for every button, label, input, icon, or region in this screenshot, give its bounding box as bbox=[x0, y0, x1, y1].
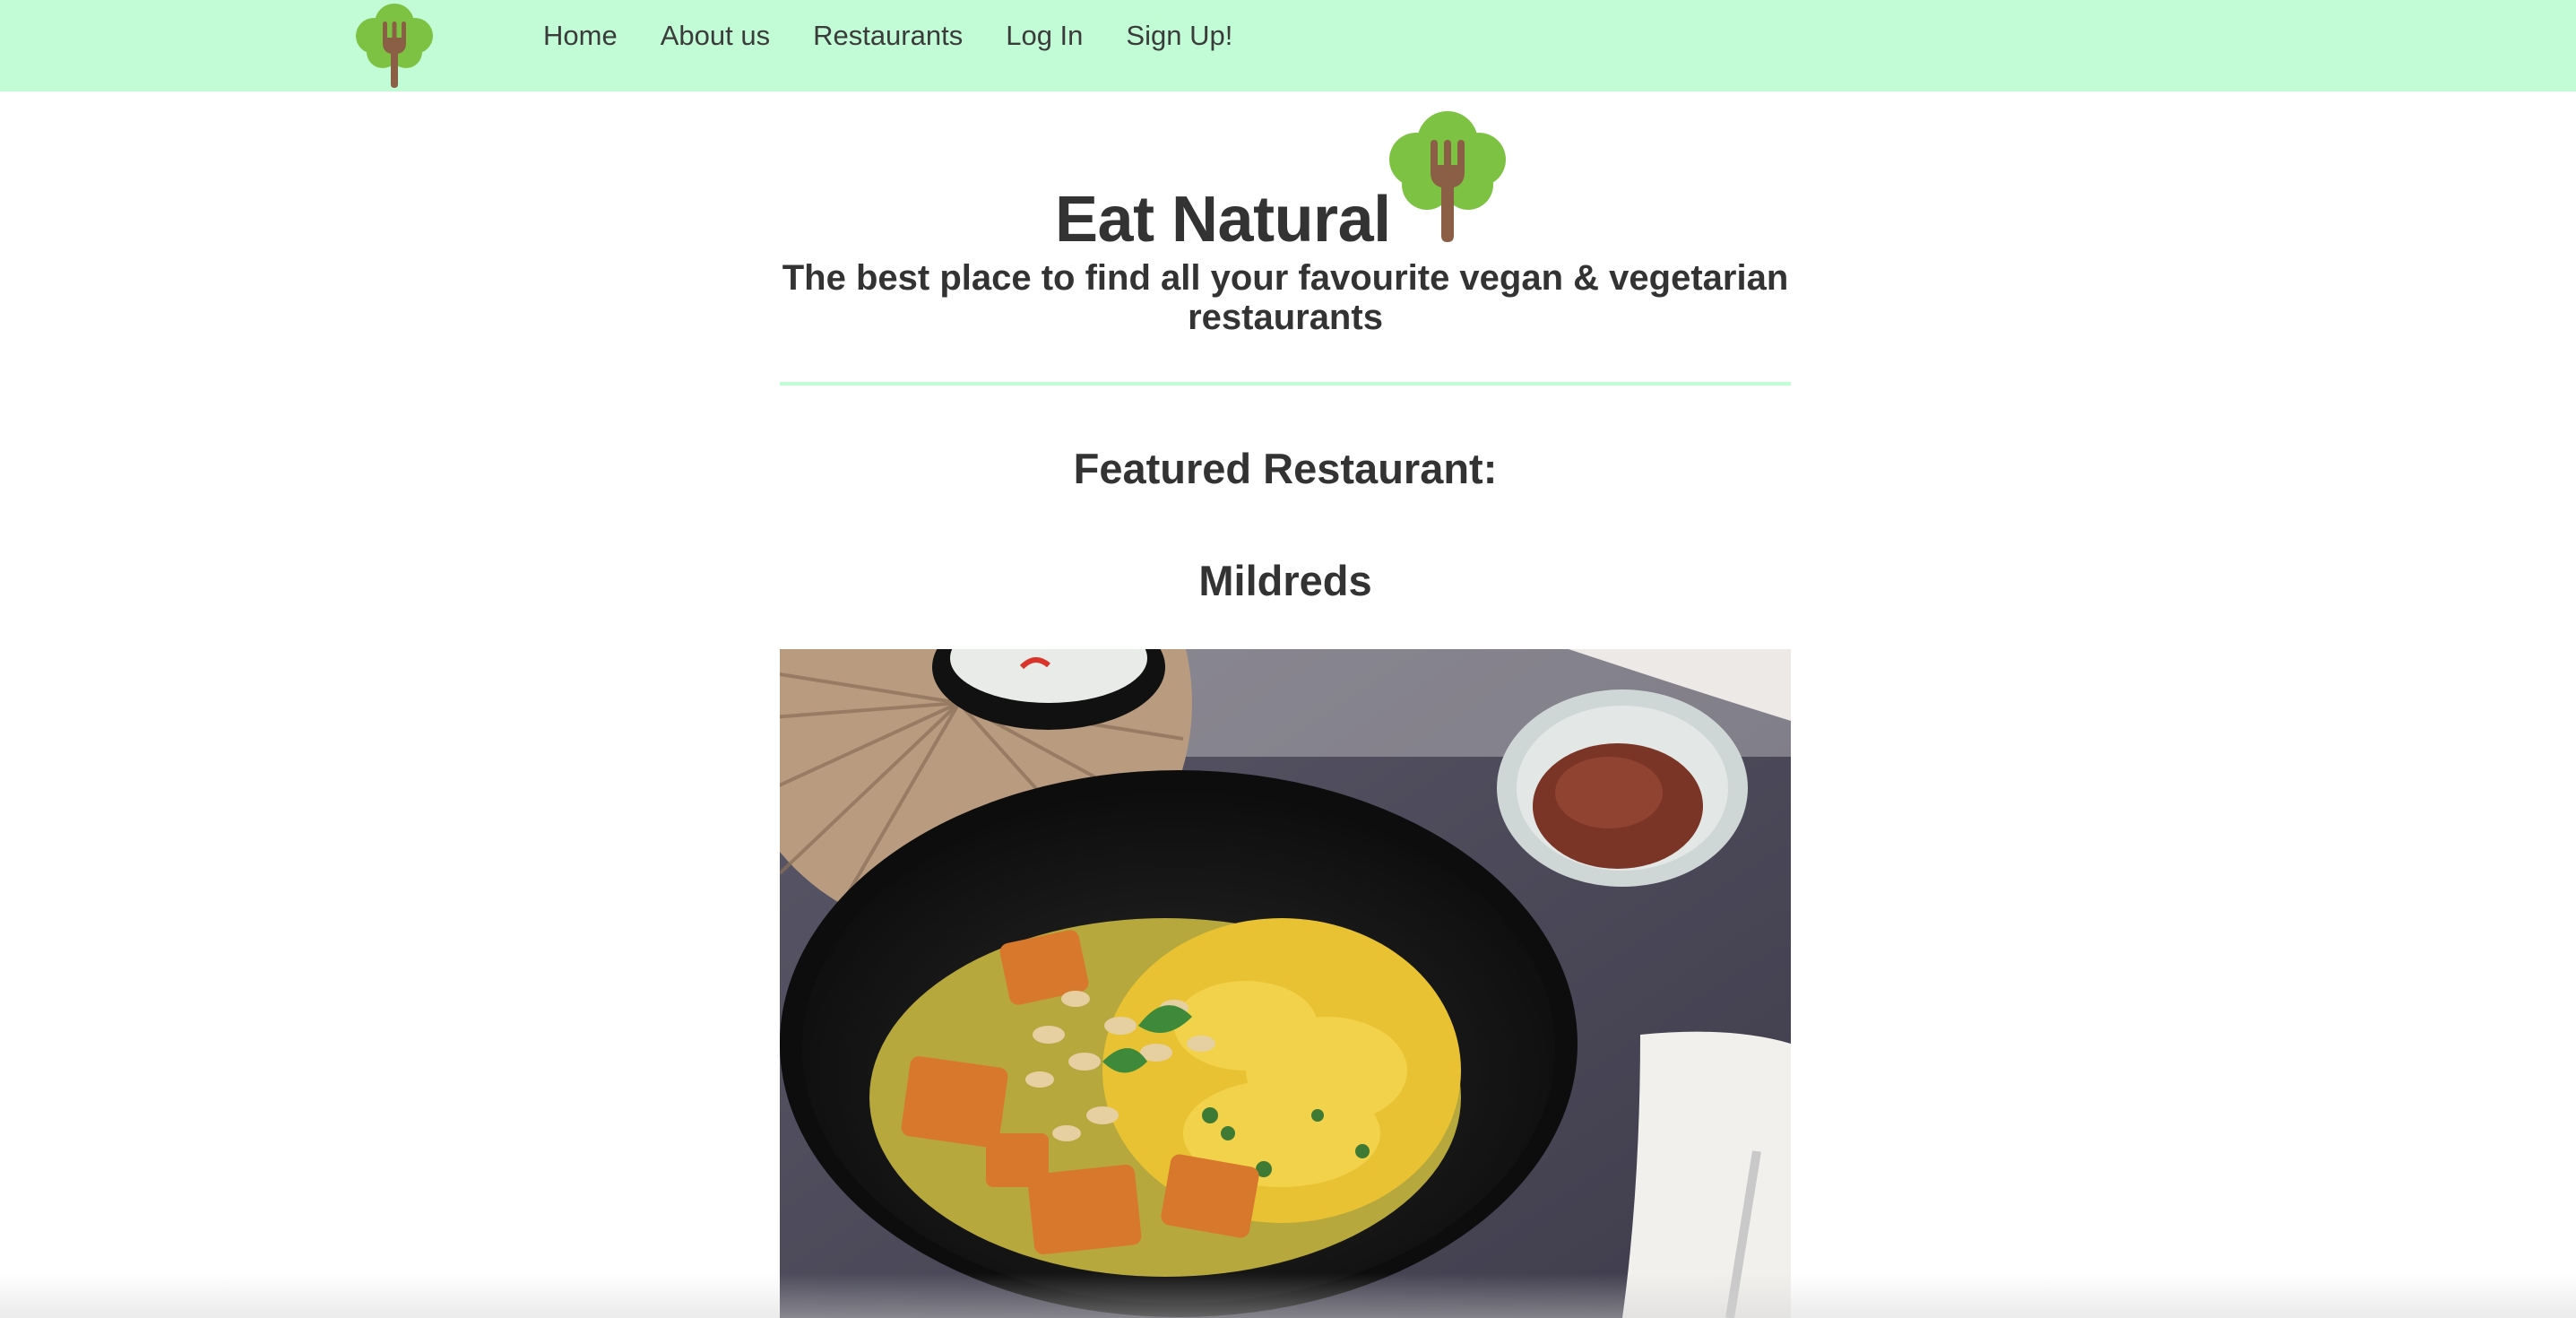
featured-restaurant-image[interactable] bbox=[780, 649, 1791, 1318]
hero: Eat Natural bbox=[0, 106, 2576, 258]
tree-fork-logo-icon bbox=[1389, 111, 1506, 242]
featured-restaurant-name[interactable]: Mildreds bbox=[780, 556, 1791, 605]
nav-link-signup[interactable]: Sign Up! bbox=[1126, 20, 1232, 52]
nav-link-restaurants[interactable]: Restaurants bbox=[813, 20, 963, 52]
tree-fork-logo-icon[interactable] bbox=[347, 0, 442, 91]
page-title: Eat Natural bbox=[1055, 184, 1391, 256]
divider bbox=[780, 382, 1791, 386]
curry-bowl-photo bbox=[780, 649, 1791, 1318]
nav-link-about[interactable]: About us bbox=[661, 20, 770, 52]
navbar: Home About us Restaurants Log In Sign Up… bbox=[0, 0, 2576, 91]
nav-link-login[interactable]: Log In bbox=[1006, 20, 1083, 52]
featured-heading: Featured Restaurant: bbox=[1073, 445, 1498, 492]
page-subtitle: The best place to find all your favourit… bbox=[782, 258, 1789, 337]
nav-links: Home About us Restaurants Log In Sign Up… bbox=[543, 0, 1275, 72]
nav-link-home[interactable]: Home bbox=[543, 20, 618, 52]
